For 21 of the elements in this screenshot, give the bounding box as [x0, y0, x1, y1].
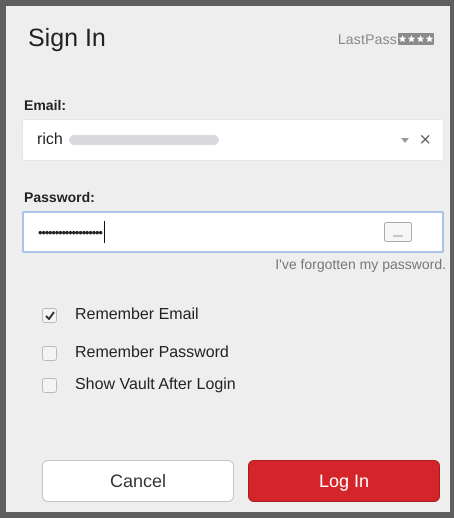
- option-label: Show Vault After Login: [75, 376, 236, 394]
- dialog-title: Sign In: [28, 24, 106, 53]
- brand-logo: LastPass: [338, 30, 397, 46]
- password-label: Password:: [23, 189, 96, 205]
- login-button[interactable]: Log In: [248, 460, 440, 502]
- text-cursor: [104, 221, 106, 243]
- forgot-password-link[interactable]: I've forgotten my password.: [275, 256, 446, 272]
- email-field[interactable]: rich ×: [22, 119, 444, 161]
- option-label: Remember Password: [75, 344, 229, 362]
- option-label: Remember Email: [75, 306, 199, 324]
- checkbox[interactable]: [42, 308, 57, 322]
- keyboard-icon[interactable]: [384, 222, 412, 242]
- cancel-button[interactable]: Cancel: [42, 460, 234, 502]
- clear-button[interactable]: ×: [419, 128, 431, 152]
- email-label: Email:: [23, 97, 68, 113]
- dropdown-caret-icon[interactable]: [401, 138, 410, 142]
- checkbox[interactable]: [42, 378, 57, 392]
- checkbox[interactable]: [42, 346, 57, 360]
- redacted-text-icon: [68, 135, 219, 145]
- stars-icon: [398, 32, 434, 44]
- password-field[interactable]: •••••••••••••••••••: [22, 211, 444, 253]
